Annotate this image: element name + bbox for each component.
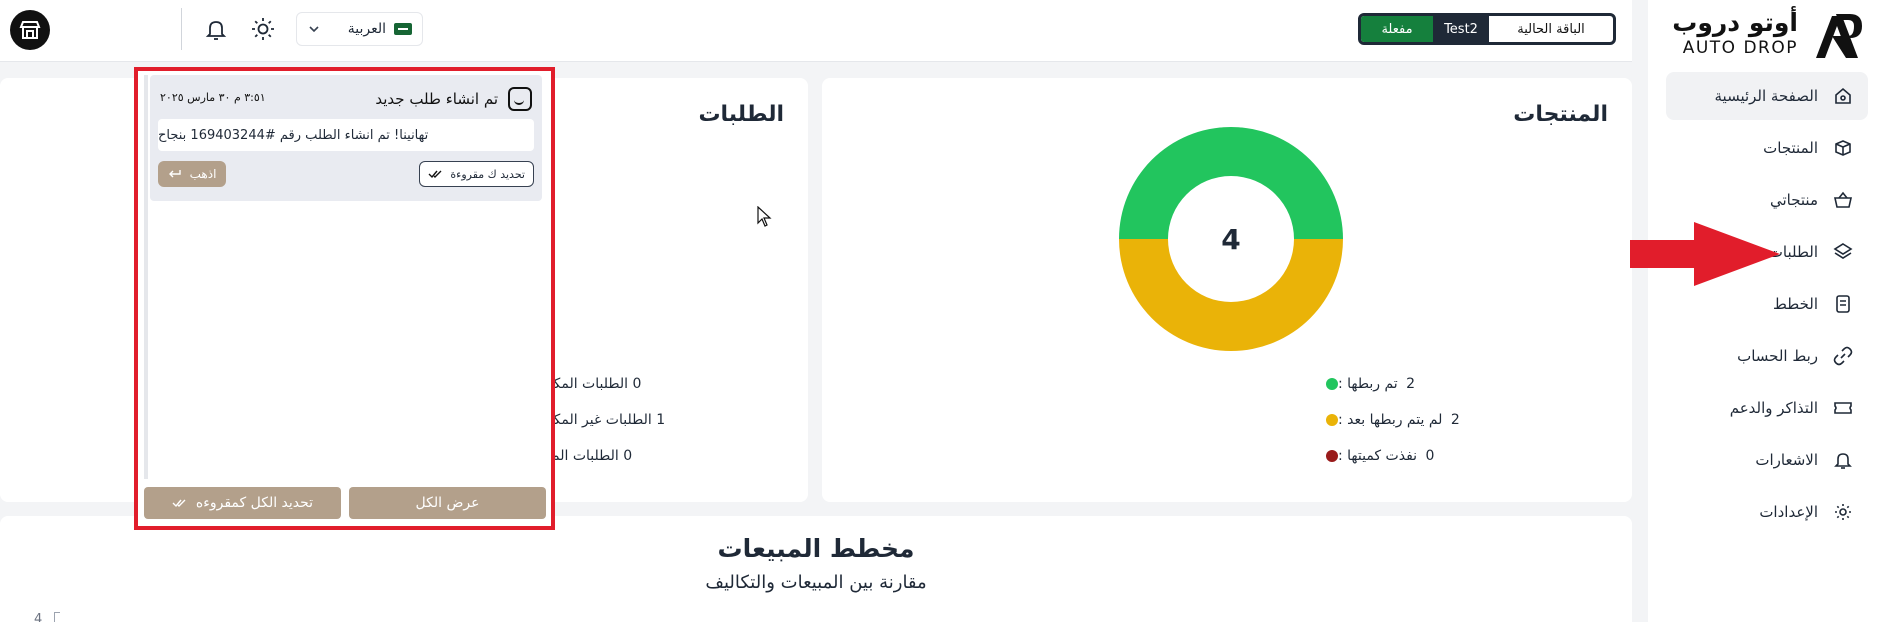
notifications-footer: تحديد الكل كمقروءه عرض الكل [144,487,546,519]
top-header: العربية مفعلة Test2 الباقة الحالية [0,0,1632,62]
header-divider [181,8,182,50]
legend-label: لم يتم ربطها بعد : [1338,412,1443,428]
legend-dot-green [1326,378,1338,390]
sidebar-nav: الصفحة الرئيسية المنتجات منتجاتي الطلبات… [1666,72,1868,540]
double-check-icon [172,499,186,508]
notification-title: تم انشاء طلب جديد [375,90,498,108]
legend-dot-red [1326,450,1338,462]
brand-name-arabic: أوتو دروب [1672,8,1798,37]
link-icon [1832,345,1854,367]
theme-toggle-sun-icon[interactable] [250,16,276,42]
sidebar-item-products[interactable]: المنتجات [1666,124,1868,172]
mark-as-read-button[interactable]: تحديد ك مقروءة [419,161,534,187]
legend-dot-yellow [1326,414,1338,426]
y-axis-tick: 4 [34,612,43,622]
plan-status: مفعلة [1361,16,1433,42]
bell-icon [1832,449,1854,471]
sidebar-item-home[interactable]: الصفحة الرئيسية [1666,72,1868,120]
box-icon [1832,137,1854,159]
legend-value: 0 [1425,448,1435,464]
brand-name-english: AUTO DROP [1682,38,1798,58]
language-select[interactable]: العربية [296,12,423,46]
home-icon [1832,85,1854,107]
notification-bell-icon[interactable] [203,16,229,42]
chevron-down-icon [309,26,319,33]
store-icon [19,21,41,39]
sales-chart-card: مخطط المبيعات مقارنة بين المبيعات والتكا… [0,516,1632,622]
sidebar-item-my-products[interactable]: منتجاتي [1666,176,1868,224]
products-card-title: المنتجات [1513,102,1608,127]
legend-label: تم ربطها : [1338,376,1398,392]
legend-value: 0 [623,448,633,464]
notification-header: تم انشاء طلب جديد [375,87,532,111]
notifications-list[interactable]: تم انشاء طلب جديد ٣:٥١ م ٣٠ مارس ٢٠٢٥ ته… [144,75,542,479]
sidebar-item-label: التذاكر والدعم [1729,399,1818,417]
go-label: اذهب [189,167,217,181]
sidebar: أوتو دروب AUTO DROP الصفحة الرئيسية المن… [1648,0,1878,622]
language-label: العربية [347,21,386,37]
saudi-flag-icon [394,23,412,35]
notification-message: تهانينا! تم انشاء الطلب رقم #169403244 ب… [158,119,534,151]
double-check-icon [428,170,442,179]
sidebar-item-plans[interactable]: الخطط [1666,280,1868,328]
red-pointer-arrow-icon [1630,222,1780,286]
auto-drop-logo-icon [1816,14,1862,58]
sales-chart-title: مخطط المبيعات [717,534,915,563]
notifications-dropdown: تم انشاء طلب جديد ٣:٥١ م ٣٠ مارس ٢٠٢٥ ته… [134,67,555,530]
store-button[interactable] [10,10,50,50]
products-donut-chart: 4 [1118,126,1344,352]
sidebar-item-account-link[interactable]: ربط الحساب [1666,332,1868,380]
products-total: 4 [1221,222,1241,256]
sidebar-item-label: الصفحة الرئيسية [1714,87,1819,105]
orders-card-title: الطلبات [698,102,784,127]
mark-as-read-label: تحديد ك مقروءة [450,167,525,181]
legend-value: 1 [656,412,666,428]
sidebar-item-label: ربط الحساب [1737,347,1818,365]
sidebar-item-label: الاشعارات [1755,451,1818,469]
y-axis-line [54,612,60,622]
gear-icon [1832,501,1854,523]
legend-value: 0 [632,376,642,392]
current-plan-badge[interactable]: مفعلة Test2 الباقة الحالية [1358,13,1616,45]
sidebar-item-label: المنتجات [1763,139,1818,157]
legend-item: 2 لم يتم ربطها بعد : [1316,402,1596,438]
return-arrow-icon [168,170,181,178]
layers-icon [1832,241,1854,263]
plan-label: الباقة الحالية [1517,21,1585,37]
legend-label: نفذت كميتها : [1338,448,1418,464]
legend-value: 2 [1406,376,1416,392]
sidebar-item-label: الإعدادات [1759,503,1818,521]
store-bag-icon [508,87,532,111]
sidebar-item-settings[interactable]: الإعدادات [1666,488,1868,536]
products-legend: 2 تم ربطها : 2 لم يتم ربطها بعد : 0 نفذت… [1316,366,1596,474]
go-button[interactable]: اذهب [158,161,226,187]
notification-time: ٣:٥١ م ٣٠ مارس ٢٠٢٥ [160,91,266,104]
plan-icon [1832,293,1854,315]
mark-all-read-button[interactable]: تحديد الكل كمقروءه [144,487,341,519]
view-all-label: عرض الكل [415,495,480,511]
mark-all-read-label: تحديد الكل كمقروءه [195,495,314,511]
plan-name: Test2 [1433,16,1489,42]
products-card: المنتجات 4 2 تم ربطها : 2 لم يتم ربطها ب… [822,78,1632,502]
view-all-button[interactable]: عرض الكل [349,487,546,519]
sidebar-item-label: منتجاتي [1769,191,1818,209]
logo[interactable]: أوتو دروب AUTO DROP [1644,8,1864,62]
sidebar-item-tickets[interactable]: التذاكر والدعم [1666,384,1868,432]
legend-item: 0 نفذت كميتها : [1316,438,1596,474]
ticket-icon [1832,397,1854,419]
sidebar-item-label: الخطط [1773,295,1818,313]
legend-item: 2 تم ربطها : [1316,366,1596,402]
sales-chart-subtitle: مقارنة بين المبيعات والتكاليف [705,572,927,593]
mouse-cursor-icon [757,206,772,227]
basket-icon [1832,189,1854,211]
sidebar-item-notifications[interactable]: الاشعارات [1666,436,1868,484]
notification-item[interactable]: تم انشاء طلب جديد ٣:٥١ م ٣٠ مارس ٢٠٢٥ ته… [150,75,542,201]
legend-value: 2 [1450,412,1460,428]
